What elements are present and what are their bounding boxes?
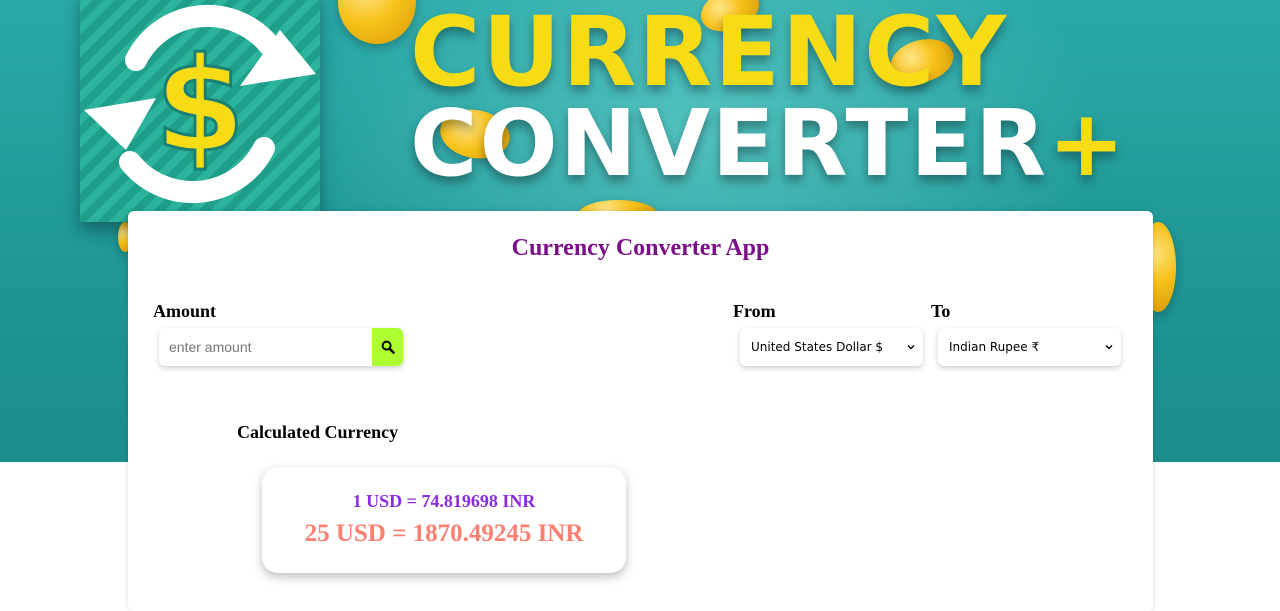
search-button[interactable]	[372, 328, 403, 366]
banner-title-line2-text: CONVERTER	[410, 90, 1048, 197]
chevron-down-icon	[907, 345, 915, 350]
app-title: Currency Converter App	[511, 235, 770, 261]
search-icon	[381, 340, 395, 354]
calculated-currency-heading: Calculated Currency	[237, 422, 399, 442]
banner-title-line1: CURRENCY	[410, 0, 1009, 108]
converter-card: Currency Converter App Amount From Unite…	[128, 211, 1153, 611]
from-currency-select[interactable]: United States Dollar $	[740, 328, 923, 366]
app-logo: $	[80, 0, 320, 222]
to-currency-select[interactable]: Indian Rupee ₹	[938, 328, 1121, 366]
result-box: 1 USD = 74.819698 INR 25 USD = 1870.4924…	[262, 467, 626, 573]
amount-field-group	[159, 328, 403, 366]
to-label: To	[931, 301, 951, 321]
svg-text:$: $	[155, 29, 245, 181]
amount-input[interactable]	[159, 328, 372, 366]
banner-title: CURRENCY CONVERTER+	[410, 4, 1127, 190]
exchange-rate-text: 1 USD = 74.819698 INR	[352, 491, 536, 511]
from-label: From	[733, 301, 776, 321]
banner-title-line2: CONVERTER+	[410, 98, 1127, 190]
converted-total-text: 25 USD = 1870.49245 INR	[304, 520, 584, 547]
chevron-down-icon	[1105, 345, 1113, 350]
from-currency-value: United States Dollar $	[751, 340, 884, 354]
to-currency-value: Indian Rupee ₹	[949, 340, 1040, 354]
amount-label: Amount	[153, 301, 217, 321]
dollar-exchange-icon: $	[84, 4, 316, 204]
banner-plus: +	[1047, 90, 1128, 197]
